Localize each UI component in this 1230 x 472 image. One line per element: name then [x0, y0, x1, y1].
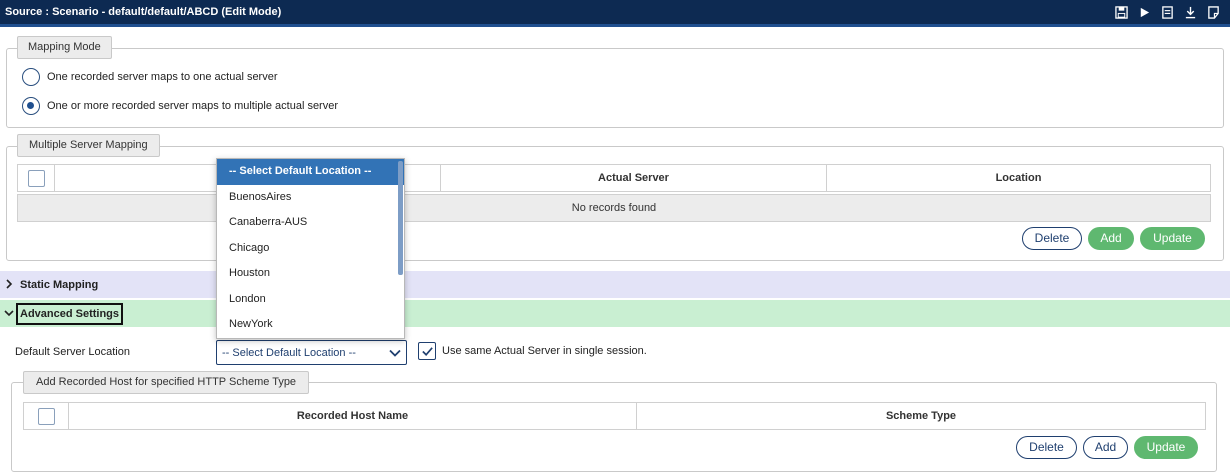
select-value: -- Select Default Location --	[222, 347, 356, 359]
dropdown-option[interactable]: Canaberra-AUS	[217, 210, 404, 236]
server-mapping-table: Reco Actual Server Location	[17, 164, 1211, 192]
advanced-settings-section[interactable]: Advanced Settings	[0, 300, 1230, 327]
download-icon[interactable]	[1183, 5, 1197, 19]
title-bar: Source : Scenario - default/default/ABCD…	[0, 0, 1230, 27]
default-location-select[interactable]: -- Select Default Location --	[216, 340, 407, 365]
no-records-message: No records found	[17, 194, 1211, 222]
mapping-mode-legend: Mapping Mode	[17, 36, 112, 59]
note-icon[interactable]	[1206, 5, 1220, 19]
default-server-location-label: Default Server Location	[15, 346, 130, 358]
radio-button-checked[interactable]	[22, 97, 40, 115]
dropdown-option[interactable]: London	[217, 287, 404, 313]
dropdown-option-default[interactable]: -- Select Default Location --	[217, 159, 404, 185]
select-all-checkbox[interactable]	[27, 169, 45, 187]
table-header-row: Recorded Host Name Scheme Type	[23, 402, 1206, 430]
radio-label: One recorded server maps to one actual s…	[47, 71, 278, 83]
select-all-cell	[17, 164, 55, 192]
add-button[interactable]: Add	[1088, 227, 1134, 250]
delete-button[interactable]: Delete	[1022, 227, 1082, 250]
recorded-host-table: Recorded Host Name Scheme Type	[23, 402, 1206, 430]
advanced-settings-label: Advanced Settings	[16, 303, 124, 325]
recorded-host-legend: Add Recorded Host for specified HTTP Sch…	[23, 371, 310, 394]
radio-button[interactable]	[22, 68, 40, 86]
add-button[interactable]: Add	[1083, 436, 1128, 459]
same-actual-server-checkbox[interactable]	[418, 342, 436, 360]
radio-option-one-to-one[interactable]: One recorded server maps to one actual s…	[22, 68, 278, 86]
mapping-mode-fieldset	[6, 48, 1224, 128]
multiple-server-mapping-legend: Multiple Server Mapping	[17, 134, 160, 157]
select-all-checkbox[interactable]	[37, 407, 55, 425]
document-icon[interactable]	[1160, 5, 1174, 19]
chevron-right-icon	[6, 279, 13, 289]
radio-label: One or more recorded server maps to mult…	[47, 100, 339, 112]
location-dropdown-list[interactable]: -- Select Default Location -- BuenosAire…	[216, 158, 405, 339]
dropdown-option[interactable]: NewYork	[217, 312, 404, 338]
checkmark-icon	[421, 346, 433, 356]
play-icon[interactable]	[1137, 5, 1151, 19]
static-mapping-section[interactable]: Static Mapping	[0, 271, 1230, 298]
dropdown-scrollbar[interactable]	[398, 161, 403, 275]
window-title: Source : Scenario - default/default/ABCD…	[5, 6, 282, 18]
update-button[interactable]: Update	[1140, 227, 1205, 250]
dropdown-option[interactable]: Houston	[217, 261, 404, 287]
select-all-cell	[23, 402, 69, 430]
static-mapping-label: Static Mapping	[20, 279, 99, 291]
delete-button[interactable]: Delete	[1016, 436, 1077, 459]
update-button[interactable]: Update	[1134, 436, 1198, 459]
table-header-row: Reco Actual Server Location	[17, 164, 1211, 192]
chevron-down-icon	[4, 310, 14, 317]
save-icon[interactable]	[1114, 5, 1128, 19]
same-actual-server-label: Use same Actual Server in single session…	[442, 345, 647, 357]
column-header-location[interactable]: Location	[826, 164, 1211, 192]
chevron-down-icon	[389, 349, 401, 357]
dropdown-option[interactable]: Chicago	[217, 236, 404, 262]
column-header-scheme-type[interactable]: Scheme Type	[636, 402, 1206, 430]
column-header-recorded-host-name[interactable]: Recorded Host Name	[68, 402, 637, 430]
column-header-actual-server[interactable]: Actual Server	[440, 164, 827, 192]
dropdown-option[interactable]: BuenosAires	[217, 185, 404, 211]
radio-option-one-to-many[interactable]: One or more recorded server maps to mult…	[22, 97, 338, 115]
same-actual-server-option[interactable]: Use same Actual Server in single session…	[418, 342, 647, 360]
toolbar	[1114, 5, 1220, 19]
